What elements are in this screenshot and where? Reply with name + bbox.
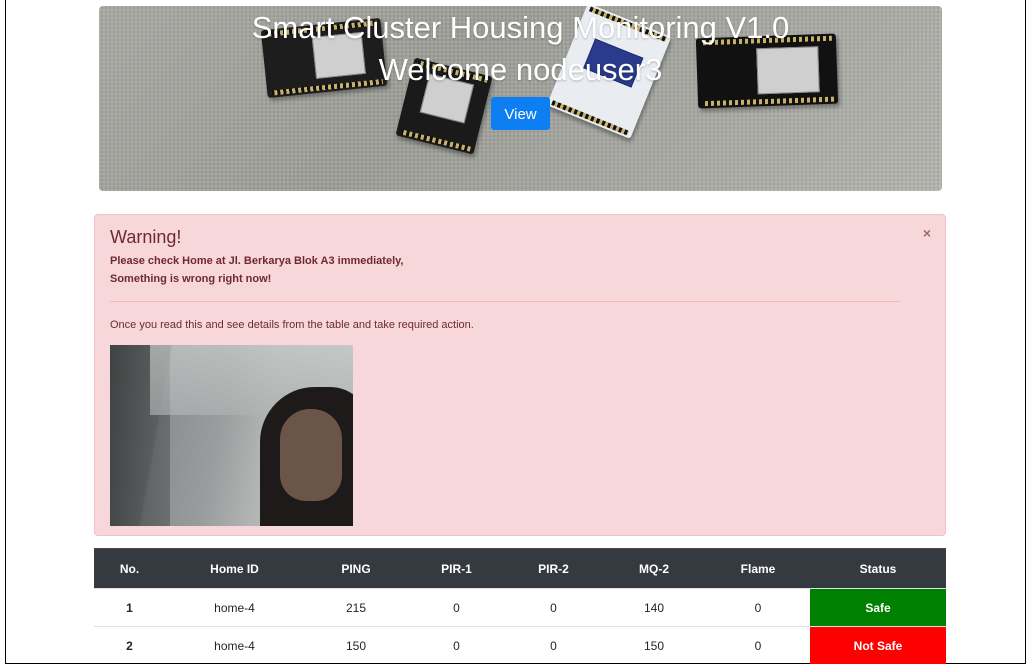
cell-pir-2: 0 xyxy=(505,626,602,664)
sensor-table: No. Home ID PING PIR-1 PIR-2 MQ-2 Flame … xyxy=(94,548,946,664)
col-status: Status xyxy=(810,548,946,589)
col-flame: Flame xyxy=(706,548,810,589)
table-row: 2 home-4 150 0 0 150 0 Not Safe xyxy=(94,626,946,664)
welcome-message: Welcome nodeuser3 xyxy=(378,52,663,87)
col-no: No. xyxy=(94,548,165,589)
col-mq-2: MQ-2 xyxy=(602,548,706,589)
col-pir-2: PIR-2 xyxy=(505,548,602,589)
cell-pir-1: 0 xyxy=(408,626,505,664)
cell-no: 1 xyxy=(94,588,165,627)
status-badge: Safe xyxy=(810,588,946,627)
alert-heading: Warning! xyxy=(110,227,182,247)
cell-ping: 215 xyxy=(304,588,408,627)
cell-flame: 0 xyxy=(706,626,810,664)
cell-pir-2: 0 xyxy=(505,588,602,627)
cell-mq-2: 150 xyxy=(602,626,706,664)
cell-mq-2: 140 xyxy=(602,588,706,627)
cell-ping: 150 xyxy=(304,626,408,664)
col-pir-1: PIR-1 xyxy=(408,548,505,589)
close-icon[interactable]: × xyxy=(923,225,931,241)
alert-message-line-2: Something is wrong right now! xyxy=(110,273,272,285)
cell-home-id: home-4 xyxy=(165,588,304,627)
table-header-row: No. Home ID PING PIR-1 PIR-2 MQ-2 Flame … xyxy=(94,548,946,589)
cell-home-id: home-4 xyxy=(165,626,304,664)
col-ping: PING xyxy=(304,548,408,589)
col-home-id: Home ID xyxy=(165,548,304,589)
table-row: 1 home-4 215 0 0 140 0 Safe xyxy=(94,588,946,627)
warning-alert: Warning! × Please check Home at Jl. Berk… xyxy=(94,214,946,536)
page-title: Smart Cluster Housing Monitoring V1.0 xyxy=(251,10,790,45)
camera-snapshot-image xyxy=(110,345,353,526)
cell-flame: 0 xyxy=(706,588,810,627)
alert-message-line-1: Please check Home at Jl. Berkarya Blok A… xyxy=(110,255,404,267)
cell-pir-1: 0 xyxy=(408,588,505,627)
alert-divider xyxy=(110,301,900,302)
status-badge: Not Safe xyxy=(810,626,946,664)
hero-banner: Smart Cluster Housing Monitoring V1.0 We… xyxy=(99,6,942,191)
cell-no: 2 xyxy=(94,626,165,664)
view-button[interactable]: View xyxy=(491,97,550,130)
alert-note: Once you read this and see details from … xyxy=(110,319,474,331)
